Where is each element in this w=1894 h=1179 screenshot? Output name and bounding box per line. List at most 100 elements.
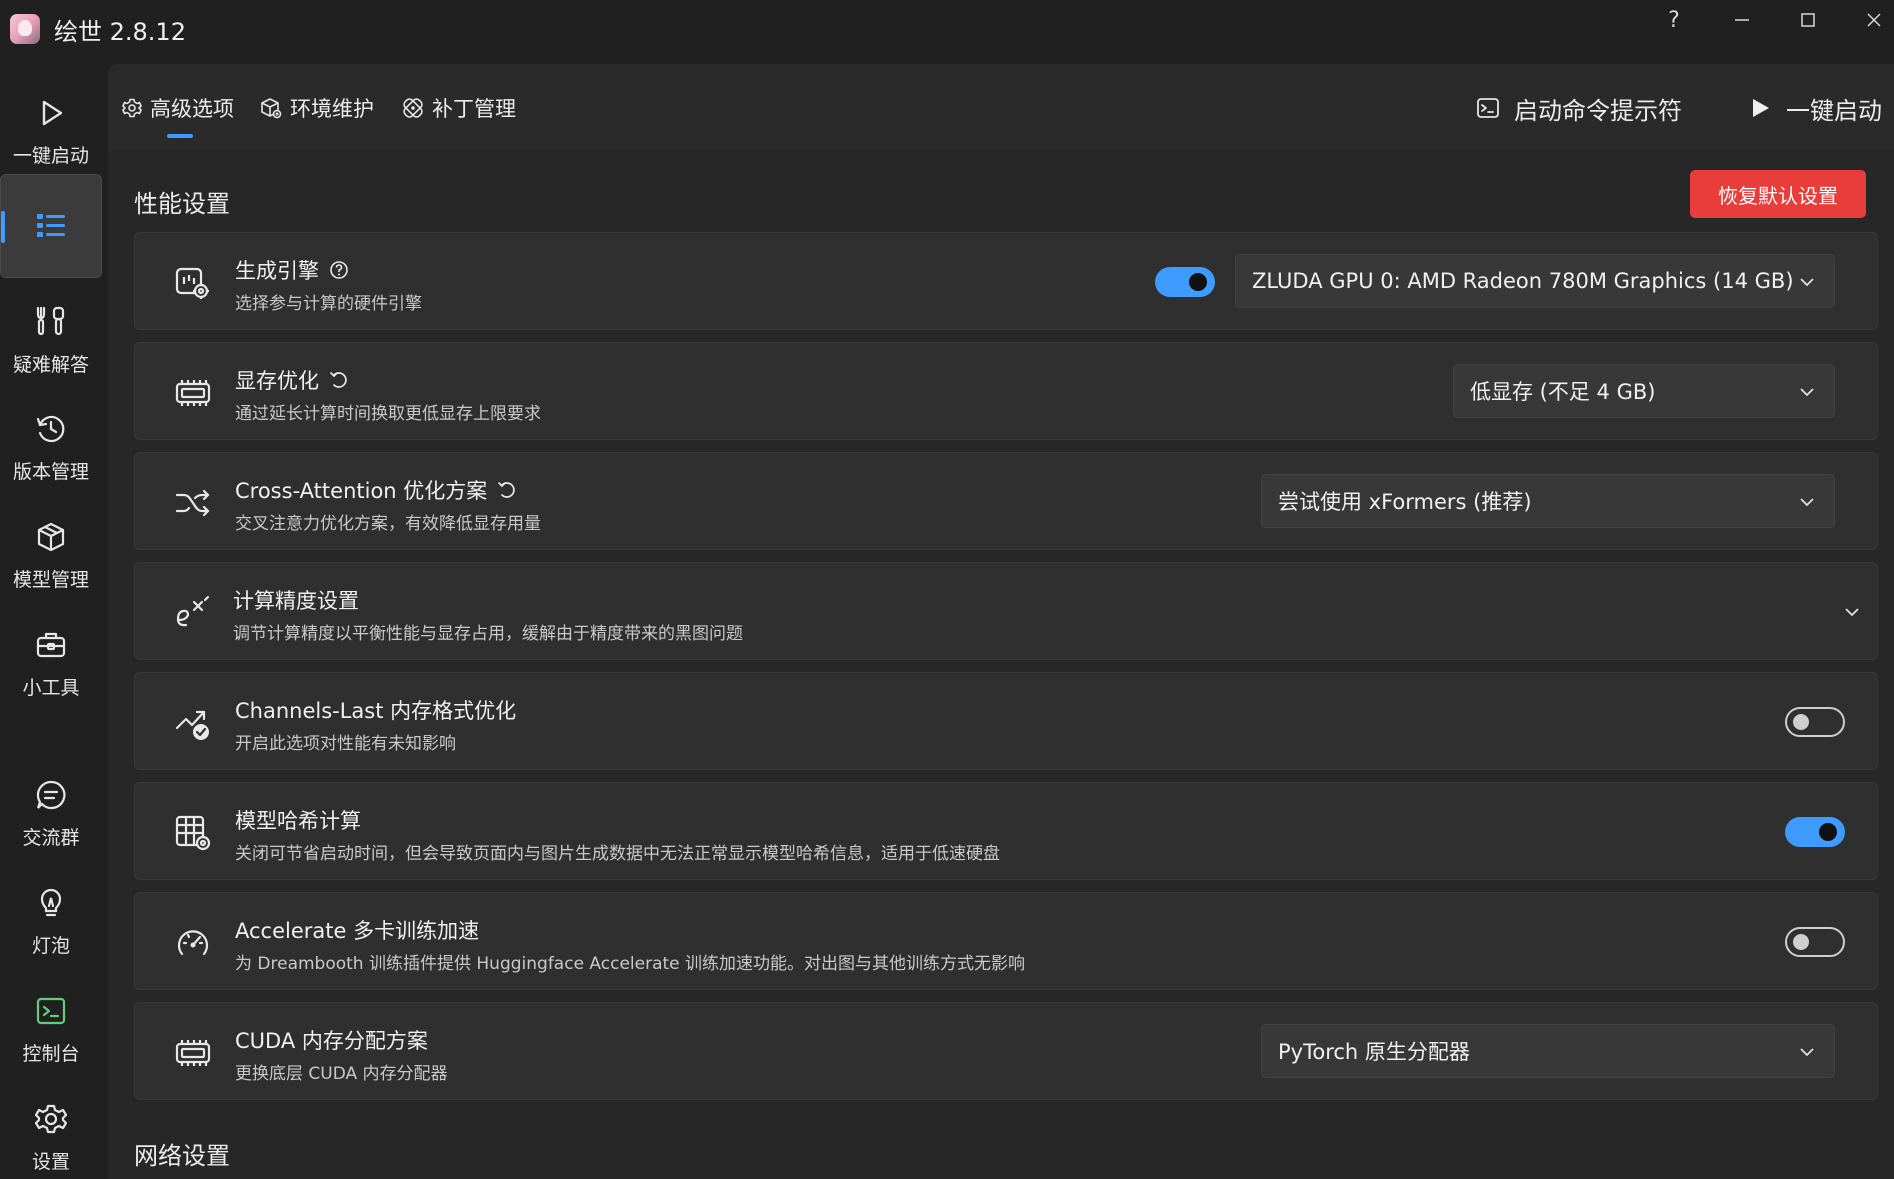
reset-defaults-button[interactable]: 恢复默认设置 — [1690, 170, 1866, 218]
setting-title: 生成引擎 — [235, 255, 349, 285]
patch-icon — [403, 98, 423, 118]
setting-title: 模型哈希计算 — [235, 809, 361, 833]
setting-card-cuda-allocator: CUDA 内存分配方案 更换底层 CUDA 内存分配器 PyTorch 原生分配… — [134, 1002, 1878, 1100]
sidebar-item-settings[interactable]: 设置 — [0, 1086, 102, 1179]
setting-description: 关闭可节省启动时间，但会导致页面内与图片生成数据中无法正常显示模型哈希信息，适用… — [235, 844, 1000, 864]
setting-card-vram: 显存优化 通过延长计算时间换取更低显存上限要求 低显存 (不足 4 GB) — [134, 342, 1878, 440]
exponent-icon — [173, 593, 213, 633]
accelerate-toggle[interactable] — [1785, 927, 1845, 957]
maximize-icon — [1801, 13, 1815, 27]
tab-environment[interactable]: 环境维护 — [260, 92, 374, 124]
bulb-icon — [40, 888, 62, 916]
minimize-button[interactable] — [1712, 0, 1772, 40]
chevron-down-icon — [1845, 608, 1859, 617]
sidebar-item-label: 交流群 — [22, 826, 80, 849]
sidebar-item-models[interactable]: 模型管理 — [0, 504, 102, 608]
sidebar-item-label: 一键启动 — [12, 144, 89, 167]
close-button[interactable] — [1844, 0, 1894, 40]
setting-description: 开启此选项对性能有未知影响 — [235, 734, 456, 754]
cube-icon — [37, 522, 65, 551]
setting-title: 显存优化 — [235, 365, 349, 395]
section-title-network: 网络设置 — [134, 1142, 230, 1170]
history-icon — [36, 415, 65, 442]
tab-label: 补丁管理 — [432, 97, 516, 121]
help-circle-icon[interactable] — [329, 260, 349, 280]
setting-title: Cross-Attention 优化方案 — [235, 475, 517, 505]
console-icon — [36, 997, 66, 1024]
maximize-button[interactable] — [1778, 0, 1838, 40]
close-icon — [1867, 13, 1881, 27]
tab-advanced[interactable]: 高级选项 — [122, 92, 234, 138]
chart-check-icon — [173, 703, 213, 743]
setting-description: 通过延长计算时间换取更低显存上限要求 — [235, 404, 541, 424]
setting-description: 选择参与计算的硬件引擎 — [235, 294, 422, 314]
setting-card-model-hash: 模型哈希计算 关闭可节省启动时间，但会导致页面内与图片生成数据中无法正常显示模型… — [134, 782, 1878, 880]
setting-card-accelerate: Accelerate 多卡训练加速 为 Dreambooth 训练插件提供 Hu… — [134, 892, 1878, 990]
sidebar-item-label: 设置 — [31, 1150, 70, 1173]
title-bar: 绘世 2.8.12 ? — [0, 0, 1894, 60]
setting-description: 交叉注意力优化方案，有效降低显存用量 — [235, 514, 541, 534]
top-tab-bar: 高级选项 环境维护 补丁管理 启动命令提示符 一键启动 — [108, 64, 1894, 150]
vram-select[interactable]: 低显存 (不足 4 GB) — [1453, 364, 1835, 418]
engine-icon — [173, 263, 213, 303]
cuda-allocator-select[interactable]: PyTorch 原生分配器 — [1261, 1024, 1835, 1078]
reset-icon[interactable] — [329, 370, 349, 390]
sidebar-item-tools[interactable]: 小工具 — [0, 612, 102, 716]
sidebar-item-label: 控制台 — [22, 1042, 80, 1065]
setting-card-engine: 生成引擎 选择参与计算的硬件引擎 ZLUDA GPU 0: AMD Radeon… — [134, 232, 1878, 330]
tab-patches[interactable]: 补丁管理 — [402, 92, 516, 124]
package-icon — [261, 98, 282, 119]
open-console-button[interactable]: 启动命令提示符 — [1476, 90, 1682, 126]
sidebar-item-label: 小工具 — [22, 676, 80, 699]
shuffle-icon — [173, 483, 213, 523]
sidebar-item-console[interactable]: 控制台 — [0, 978, 102, 1082]
launch-button[interactable]: 一键启动 — [1748, 90, 1882, 126]
play-icon — [42, 100, 63, 125]
tab-label: 高级选项 — [150, 97, 234, 121]
launch-label: 一键启动 — [1786, 96, 1882, 125]
setting-title: Accelerate 多卡训练加速 — [235, 919, 480, 943]
setting-description: 更换底层 CUDA 内存分配器 — [235, 1064, 448, 1084]
setting-card-channels-last: Channels-Last 内存格式优化 开启此选项对性能有未知影响 — [134, 672, 1878, 770]
sidebar-item-label: 灯泡 — [31, 934, 70, 957]
sidebar-item-label: 版本管理 — [12, 460, 89, 483]
sidebar-item-launch[interactable]: 一键启动 — [0, 80, 102, 184]
chevron-down-icon — [1800, 388, 1814, 397]
sidebar-item-label: 模型管理 — [12, 568, 89, 591]
gauge-icon — [173, 923, 213, 963]
minimize-icon — [1735, 19, 1749, 21]
tools-icon — [36, 306, 65, 335]
gear-icon — [35, 1104, 67, 1133]
table-gear-icon — [173, 813, 213, 853]
engine-toggle[interactable] — [1155, 267, 1215, 297]
tab-label: 环境维护 — [290, 97, 374, 121]
sidebar-item-bulb[interactable]: 灯泡 — [0, 870, 102, 974]
setting-card-precision[interactable]: 计算精度设置 调节计算精度以平衡性能与显存占用，缓解由于精度带来的黑图问题 — [134, 562, 1878, 660]
chevron-down-icon — [1800, 1048, 1814, 1057]
channels-last-toggle[interactable] — [1785, 707, 1845, 737]
help-button[interactable]: ? — [1644, 0, 1704, 40]
sidebar-item-version[interactable]: 版本管理 — [0, 396, 102, 500]
chevron-down-icon — [1800, 498, 1814, 507]
list-icon — [37, 214, 65, 237]
terminal-icon — [1477, 98, 1499, 118]
memory-icon — [173, 1033, 213, 1073]
sidebar: 一键启动 疑难解答 版本管理 模型管理 小工具 交流群 灯泡 控制台 设置 — [0, 60, 106, 1179]
model-hash-toggle[interactable] — [1785, 817, 1845, 847]
sidebar-item-label: 疑难解答 — [12, 353, 89, 376]
settings-content: 性能设置 恢复默认设置 生成引擎 选择参与计算的硬件引擎 ZLUDA GPU 0… — [108, 150, 1894, 1179]
sidebar-item-community[interactable]: 交流群 — [0, 762, 102, 866]
setting-card-cross-attention: Cross-Attention 优化方案 交叉注意力优化方案，有效降低显存用量 … — [134, 452, 1878, 550]
reset-icon[interactable] — [497, 480, 517, 500]
memory-icon — [173, 373, 213, 413]
sidebar-item-troubleshoot[interactable]: 疑难解答 — [0, 288, 102, 392]
section-title-performance: 性能设置 — [134, 190, 230, 218]
sidebar-item-advanced[interactable] — [0, 174, 102, 278]
setting-title: Channels-Last 内存格式优化 — [235, 699, 517, 723]
play-icon — [1753, 99, 1769, 117]
cross-attention-select[interactable]: 尝试使用 xFormers (推荐) — [1261, 474, 1835, 528]
app-logo — [10, 14, 40, 44]
setting-description: 调节计算精度以平衡性能与显存占用，缓解由于精度带来的黑图问题 — [233, 624, 743, 644]
app-title: 绘世 2.8.12 — [54, 18, 186, 46]
engine-select[interactable]: ZLUDA GPU 0: AMD Radeon 780M Graphics (1… — [1235, 254, 1835, 308]
